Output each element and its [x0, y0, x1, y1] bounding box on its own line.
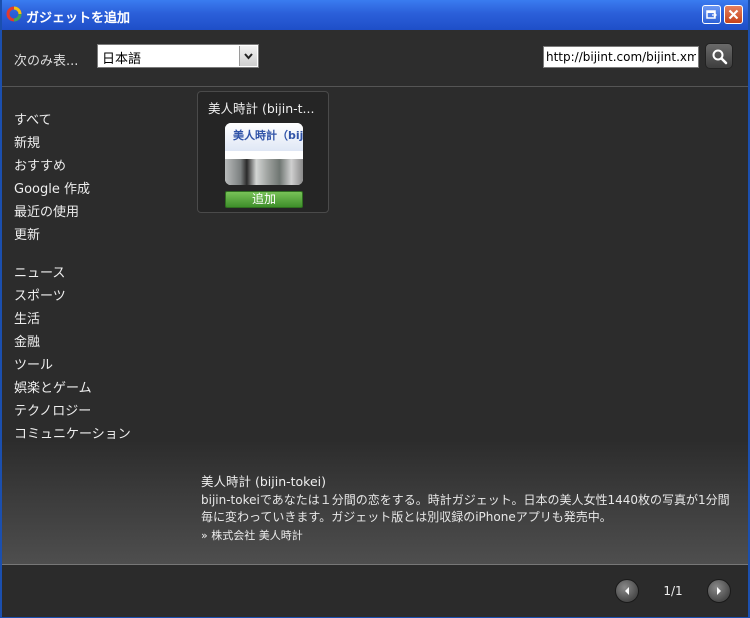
sidebar-item-new[interactable]: 新規: [14, 135, 184, 158]
filter-label: 次のみ表...: [14, 54, 79, 69]
page-indicator: 1/1: [663, 584, 683, 598]
thumbnail-title: 美人時計（bij: [233, 129, 303, 142]
title-bar[interactable]: ガジェットを追加: [2, 0, 748, 30]
language-select[interactable]: 日本語: [97, 44, 259, 68]
thumbnail-photo: [225, 159, 303, 185]
close-button[interactable]: [724, 5, 743, 24]
sidebar-item-by-google[interactable]: Google 作成: [14, 181, 184, 204]
window-title: ガジェットを追加: [26, 11, 131, 26]
sidebar-item-finance[interactable]: 金融: [14, 334, 184, 357]
sidebar-item-all[interactable]: すべて: [14, 112, 184, 135]
dropdown-arrow-button[interactable]: [239, 46, 257, 66]
sidebar-item-news[interactable]: ニュース: [14, 265, 184, 288]
sidebar-divider: [14, 250, 184, 265]
pagination-bar: 1/1: [2, 564, 748, 617]
sidebar-item-lifestyle[interactable]: 生活: [14, 311, 184, 334]
gadget-author-link[interactable]: » 株式会社 美人時計: [201, 527, 741, 543]
gadget-description: bijin-tokeiであなたは１分間の恋をする。時計ガジェット。日本の美人女性…: [201, 493, 730, 524]
gadget-url-input[interactable]: [543, 46, 699, 68]
search-button[interactable]: [705, 43, 733, 69]
chevron-left-icon: [625, 587, 629, 595]
add-gadget-dialog: ガジェットを追加 次のみ表... 日本語 http://bijint.com/b…: [0, 0, 750, 618]
language-select-value: 日本語: [102, 52, 142, 67]
sidebar-item-fun-games[interactable]: 娯楽とゲーム: [14, 380, 184, 403]
gadget-card[interactable]: 美人時計 (bijin-t... 美人時計（bij 追加: [197, 91, 329, 213]
category-sidebar: すべて 新規 おすすめ Google 作成 最近の使用 更新 ニュース スポーツ…: [14, 112, 184, 449]
sidebar-item-recently-used[interactable]: 最近の使用: [14, 204, 184, 227]
prev-page-button[interactable]: [615, 579, 639, 603]
restore-button[interactable]: [702, 5, 721, 24]
sidebar-item-recommended[interactable]: おすすめ: [14, 158, 184, 181]
add-gadget-button[interactable]: 追加: [225, 191, 303, 208]
gadget-card-title[interactable]: 美人時計 (bijin-t...: [208, 98, 323, 117]
sidebar-item-tools[interactable]: ツール: [14, 357, 184, 380]
sidebar-item-updated[interactable]: 更新: [14, 227, 184, 250]
gadget-thumbnail[interactable]: 美人時計（bij: [225, 123, 303, 185]
gadget-detail-title: 美人時計 (bijin-tokei): [201, 474, 327, 489]
toolbar: 次のみ表... 日本語: [2, 30, 748, 87]
restore-icon: [706, 10, 717, 19]
chevron-right-icon: [717, 587, 721, 595]
sidebar-item-technology[interactable]: テクノロジー: [14, 403, 184, 426]
search-icon: [712, 49, 728, 65]
sidebar-item-sports[interactable]: スポーツ: [14, 288, 184, 311]
sidebar-item-communication[interactable]: コミュニケーション: [14, 426, 184, 449]
gadget-detail: 美人時計 (bijin-tokei) bijin-tokeiであなたは１分間の恋…: [201, 471, 741, 543]
app-logo-icon: [6, 6, 22, 22]
next-page-button[interactable]: [707, 579, 731, 603]
close-icon: [728, 9, 739, 20]
chevron-down-icon: [244, 53, 253, 60]
